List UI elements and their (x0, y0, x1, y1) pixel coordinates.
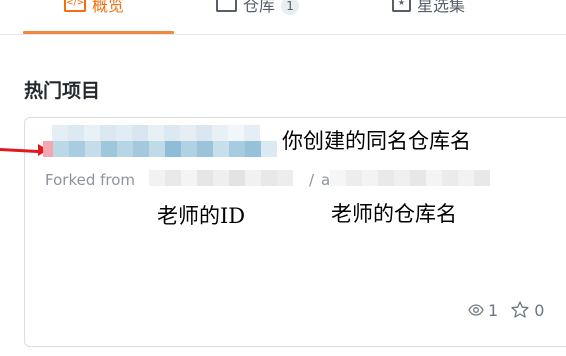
fork-path-repo-partial: a (321, 171, 331, 189)
star-icon (511, 301, 529, 318)
repo-name-link-blurred[interactable] (43, 141, 277, 157)
repo-count-badge: 1 (281, 0, 300, 15)
repo-icon (216, 0, 237, 12)
tab-repositories-label: 仓库 (243, 0, 276, 15)
tab-repositories[interactable]: 仓库 1 (216, 0, 300, 34)
repo-name-blur-top (52, 125, 260, 141)
code-icon: </> (64, 0, 86, 12)
watchers-count[interactable]: 1 (488, 301, 498, 320)
star-box-icon: ★ (392, 0, 411, 12)
tab-star-collections-label: 星选集 (417, 0, 466, 15)
fork-path-separator: / (309, 171, 315, 189)
tab-overview-label: 概览 (92, 0, 125, 15)
annotation-teacher-id: 老师的ID (157, 204, 246, 228)
profile-tabs: </> 概览 仓库 1 ★ 星选集 (0, 0, 566, 35)
tab-overview[interactable]: </> 概览 (64, 0, 124, 34)
annotation-own-repo-name: 你创建的同名仓库名 (282, 129, 471, 153)
annotation-teacher-repo-name: 老师的仓库名 (331, 202, 457, 226)
forked-from-label: Forked from (45, 171, 136, 189)
teacher-id-link-blurred[interactable] (149, 170, 293, 186)
eye-icon (468, 304, 484, 316)
teacher-repo-link-blurred[interactable] (330, 170, 490, 186)
active-tab-underline (23, 31, 174, 34)
popular-projects-heading: 热门项目 (24, 80, 101, 102)
tab-star-collections[interactable]: ★ 星选集 (392, 0, 465, 34)
stars-count[interactable]: 0 (534, 301, 544, 320)
project-stats: 1 0 (468, 300, 544, 320)
